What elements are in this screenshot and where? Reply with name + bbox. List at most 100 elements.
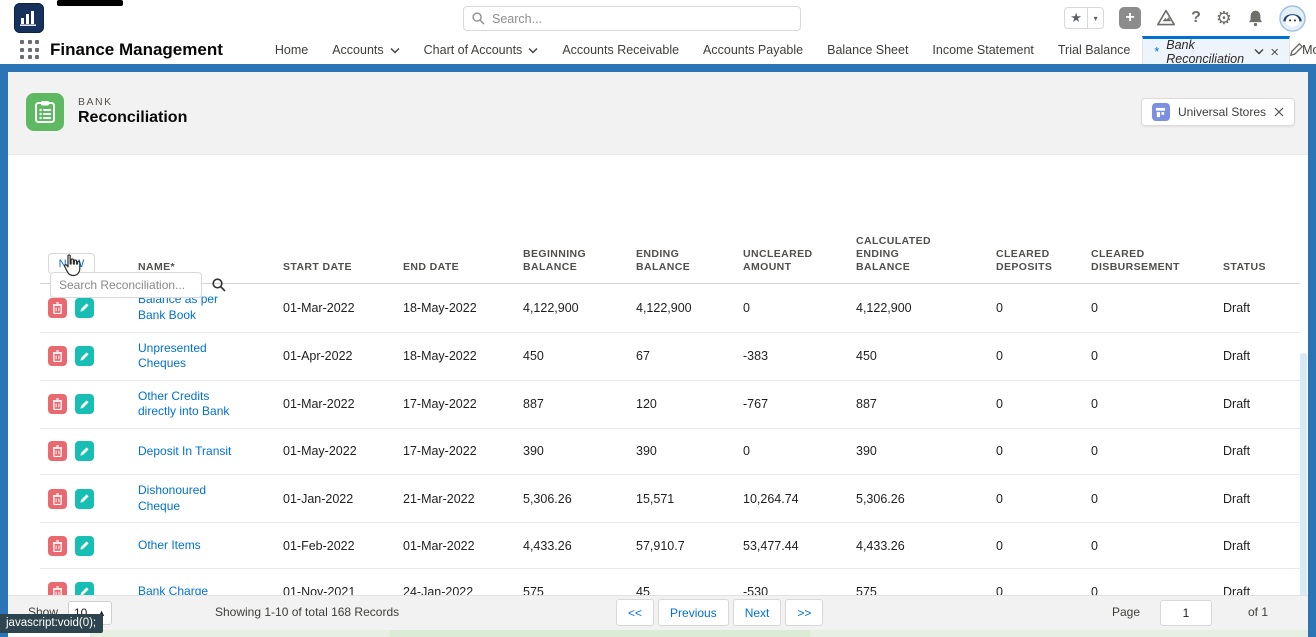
delete-button[interactable] <box>48 394 67 415</box>
edit-button[interactable] <box>75 297 95 318</box>
app-launcher-icon[interactable] <box>20 39 40 61</box>
trash-icon <box>52 302 63 314</box>
edit-page-pencil-icon[interactable] <box>1289 42 1304 57</box>
tab-trial-balance[interactable]: Trial Balance <box>1046 36 1143 64</box>
first-page-button[interactable]: << <box>616 599 655 626</box>
app-logo[interactable] <box>14 3 44 33</box>
cell-beginning-balance: 4,433.26 <box>523 538 572 553</box>
entity-chip[interactable]: Universal Stores <box>1140 98 1295 126</box>
more-label: More <box>1302 43 1316 57</box>
chevron-down-icon[interactable] <box>1254 48 1264 55</box>
delete-button[interactable] <box>48 441 67 462</box>
edit-button[interactable] <box>75 346 95 367</box>
cell-cleared-deposits: 0 <box>996 491 1003 506</box>
search-icon <box>472 12 485 25</box>
favorites-caret-icon[interactable]: ▾ <box>1088 7 1105 29</box>
table-row: Balance as per Bank Book 01-Mar-2022 18-… <box>40 284 1300 333</box>
tab-balance-sheet[interactable]: Balance Sheet <box>815 36 920 64</box>
main-card: BANK Reconciliation Universal Stores Sea… <box>8 72 1308 637</box>
nav-tab-label: Trial Balance <box>1057 43 1131 57</box>
record-name-link[interactable]: Dishonoured Cheque <box>138 483 238 514</box>
edit-button[interactable] <box>75 441 95 462</box>
pencil-icon <box>80 541 90 550</box>
remove-entity-icon[interactable] <box>1274 107 1284 117</box>
cell-uncleared-amount: -383 <box>743 349 769 364</box>
chevron-down-icon[interactable] <box>390 47 400 54</box>
chevron-down-icon[interactable] <box>528 47 538 54</box>
tab-income-statement[interactable]: Income Statement <box>920 36 1045 64</box>
column-header: CLEARED DISBURSEMENT <box>1091 248 1180 274</box>
delete-button[interactable] <box>48 297 67 318</box>
record-name-link[interactable]: Other Credits directly into Bank <box>138 389 238 420</box>
next-page-button[interactable]: Next <box>732 599 782 626</box>
bell-icon[interactable] <box>1247 9 1264 27</box>
cell-uncleared-amount: -767 <box>743 397 769 412</box>
trash-icon <box>52 398 63 411</box>
tab-home[interactable]: Home <box>263 36 320 64</box>
gear-icon[interactable]: ⚙ <box>1216 8 1232 29</box>
nav-tab-label: Accounts Receivable <box>562 43 680 57</box>
delete-button[interactable] <box>48 488 67 509</box>
cell-end-date: 17-May-2022 <box>403 397 477 412</box>
cell-beginning-balance: 4,122,900 <box>523 300 579 315</box>
edit-button[interactable] <box>75 488 95 509</box>
table-row: Deposit In Transit 01-May-2022 17-May-20… <box>40 428 1300 475</box>
list-footer: Show 10 ▲ Showing 1-10 of total 168 Reco… <box>8 595 1308 630</box>
cell-ending-balance: 15,571 <box>636 491 675 506</box>
record-name-link[interactable]: Deposit In Transit <box>138 444 231 460</box>
total-pages-label: of 1 <box>1247 605 1268 619</box>
page-title: Reconciliation <box>78 109 188 126</box>
guidance-icon[interactable] <box>1156 9 1176 27</box>
previous-page-button[interactable]: Previous <box>658 599 729 626</box>
cell-cleared-disbursement: 0 <box>1091 349 1098 364</box>
quick-add-button[interactable]: + <box>1119 7 1142 29</box>
star-icon[interactable]: ★ <box>1064 7 1089 29</box>
search-submit-icon[interactable] <box>212 278 226 292</box>
record-name-link[interactable]: Other Items <box>138 538 201 554</box>
delete-button[interactable] <box>48 535 67 556</box>
column-header: END DATE <box>403 261 460 274</box>
tab-chart-of-accounts[interactable]: Chart of Accounts <box>412 36 551 64</box>
trash-icon <box>52 350 63 363</box>
cell-ending-balance: 120 <box>636 397 657 412</box>
cell-status: Draft <box>1223 444 1251 459</box>
close-tab-icon[interactable] <box>1271 47 1278 57</box>
favorites-button[interactable]: ★ ▾ <box>1064 7 1105 29</box>
cell-cleared-disbursement: 0 <box>1091 397 1098 412</box>
cell-start-date: 01-Apr-2022 <box>283 349 353 364</box>
edit-button[interactable] <box>75 535 95 556</box>
cell-cleared-disbursement: 0 <box>1091 444 1098 459</box>
list-view-content: NEW NAME*START DATEEND DATEBEGINNING BAL… <box>8 235 1308 637</box>
cell-status: Draft <box>1223 300 1251 315</box>
nav-tab-label: Balance Sheet <box>827 43 909 57</box>
cell-uncleared-amount: 0 <box>743 300 750 315</box>
cell-uncleared-amount: 10,264.74 <box>743 491 799 506</box>
column-header: ENDING BALANCE <box>636 248 691 274</box>
cell-start-date: 01-May-2022 <box>283 444 357 459</box>
column-header: STATUS <box>1223 261 1266 274</box>
page-number-input[interactable] <box>1160 600 1212 626</box>
cell-calculated-ending-balance: 390 <box>856 444 877 459</box>
last-page-button[interactable]: >> <box>785 599 824 626</box>
tab-accounts-payable[interactable]: Accounts Payable <box>691 36 815 64</box>
delete-button[interactable] <box>48 346 67 367</box>
cell-cleared-disbursement: 0 <box>1091 538 1098 553</box>
reconciliation-table: NEW NAME* START DATE END DATE BEGINNING BAL… <box>40 235 1300 615</box>
cell-ending-balance: 67 <box>636 349 650 364</box>
user-avatar[interactable] <box>1279 4 1306 32</box>
cell-beginning-balance: 5,306.26 <box>523 491 572 506</box>
record-name-link[interactable]: Unpresented Cheques <box>138 341 238 372</box>
nav-tabs: Home Accounts Chart of Accounts Accounts… <box>263 36 1143 64</box>
nav-tab-label: Accounts <box>332 43 384 57</box>
edit-button[interactable] <box>75 394 95 415</box>
tab-bank-reconciliation-active[interactable]: * Bank Reconciliation <box>1142 36 1291 66</box>
status-bar-link-hint: javascript:void(0); <box>0 614 104 633</box>
tab-accounts[interactable]: Accounts <box>320 36 411 64</box>
app-navigation: Finance Management Home Accounts Chart o… <box>0 36 1316 66</box>
tab-accounts-receivable[interactable]: Accounts Receivable <box>550 36 691 64</box>
trash-icon <box>52 492 63 505</box>
reconciliation-search-input[interactable] <box>50 272 202 298</box>
global-search-input[interactable]: Search... <box>463 6 801 31</box>
column-header: BEGINNING BALANCE <box>523 248 587 274</box>
help-icon[interactable]: ? <box>1191 9 1201 27</box>
